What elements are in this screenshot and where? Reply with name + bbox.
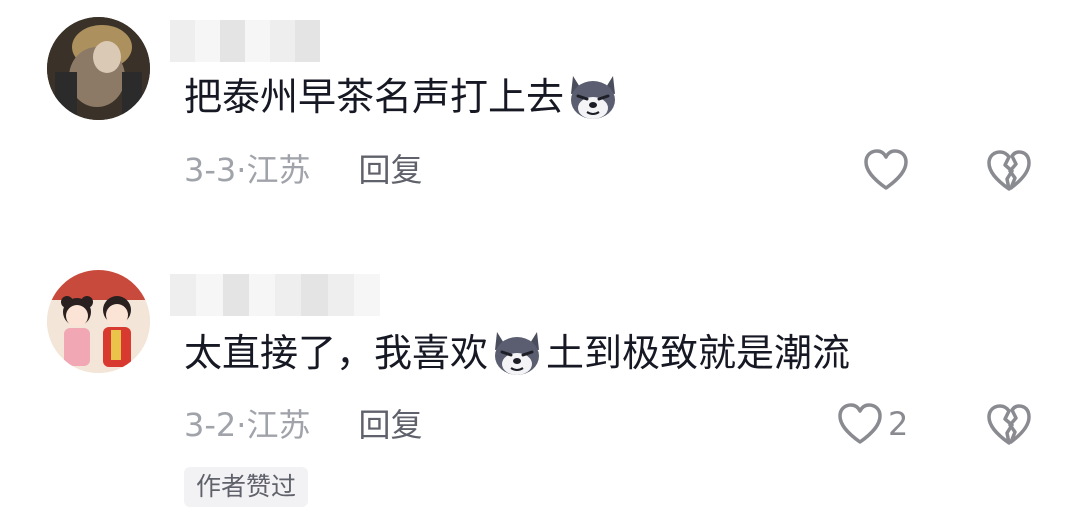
avatar[interactable] bbox=[47, 270, 150, 373]
username-blurred[interactable] bbox=[170, 274, 380, 316]
comment-meta: 3-3 · 江苏 回复 bbox=[184, 150, 422, 190]
comment-text-part: 土到极致就是潮流 bbox=[546, 331, 851, 375]
username-blurred[interactable] bbox=[170, 20, 320, 62]
author-liked-badge: 作者赞过 bbox=[184, 467, 309, 507]
reply-button[interactable]: 回复 bbox=[358, 150, 422, 190]
comment-text: 太直接了，我喜欢 土到极致就是潮流 bbox=[184, 328, 850, 378]
broken-heart-icon[interactable] bbox=[986, 401, 1032, 447]
comment-text: 把泰州早茶名声打上去 bbox=[184, 72, 622, 122]
broken-heart-icon[interactable] bbox=[986, 147, 1032, 193]
meta-separator: · bbox=[236, 406, 247, 444]
heart-icon[interactable] bbox=[836, 402, 884, 446]
dislike-button[interactable] bbox=[986, 401, 1032, 447]
like-count: 2 bbox=[888, 405, 909, 443]
comment-item: 太直接了，我喜欢 土到极致就是潮流 3-2 · 江苏 回复 2 作者赞过 bbox=[0, 258, 1080, 517]
dislike-button[interactable] bbox=[986, 147, 1032, 193]
comment-meta: 3-2 · 江苏 回复 bbox=[184, 405, 422, 445]
wolf-smirk-emoji bbox=[489, 328, 545, 378]
like-button[interactable]: 2 bbox=[836, 399, 908, 449]
meta-separator: · bbox=[236, 151, 247, 189]
comment-location: 江苏 bbox=[246, 151, 311, 189]
reply-button[interactable]: 回复 bbox=[358, 405, 422, 445]
wolf-smirk-emoji bbox=[565, 72, 621, 122]
comment-item: 把泰州早茶名声打上去 3-3 · 江苏 回复 bbox=[0, 0, 1080, 250]
comment-location: 江苏 bbox=[246, 406, 311, 444]
comment-text-part: 太直接了，我喜欢 bbox=[184, 331, 489, 375]
comment-date: 3-2 bbox=[184, 406, 237, 444]
heart-icon[interactable] bbox=[862, 148, 910, 192]
comment-date: 3-3 bbox=[184, 151, 237, 189]
like-button[interactable] bbox=[862, 145, 914, 195]
avatar[interactable] bbox=[47, 17, 150, 120]
comment-text-part: 把泰州早茶名声打上去 bbox=[184, 75, 565, 119]
